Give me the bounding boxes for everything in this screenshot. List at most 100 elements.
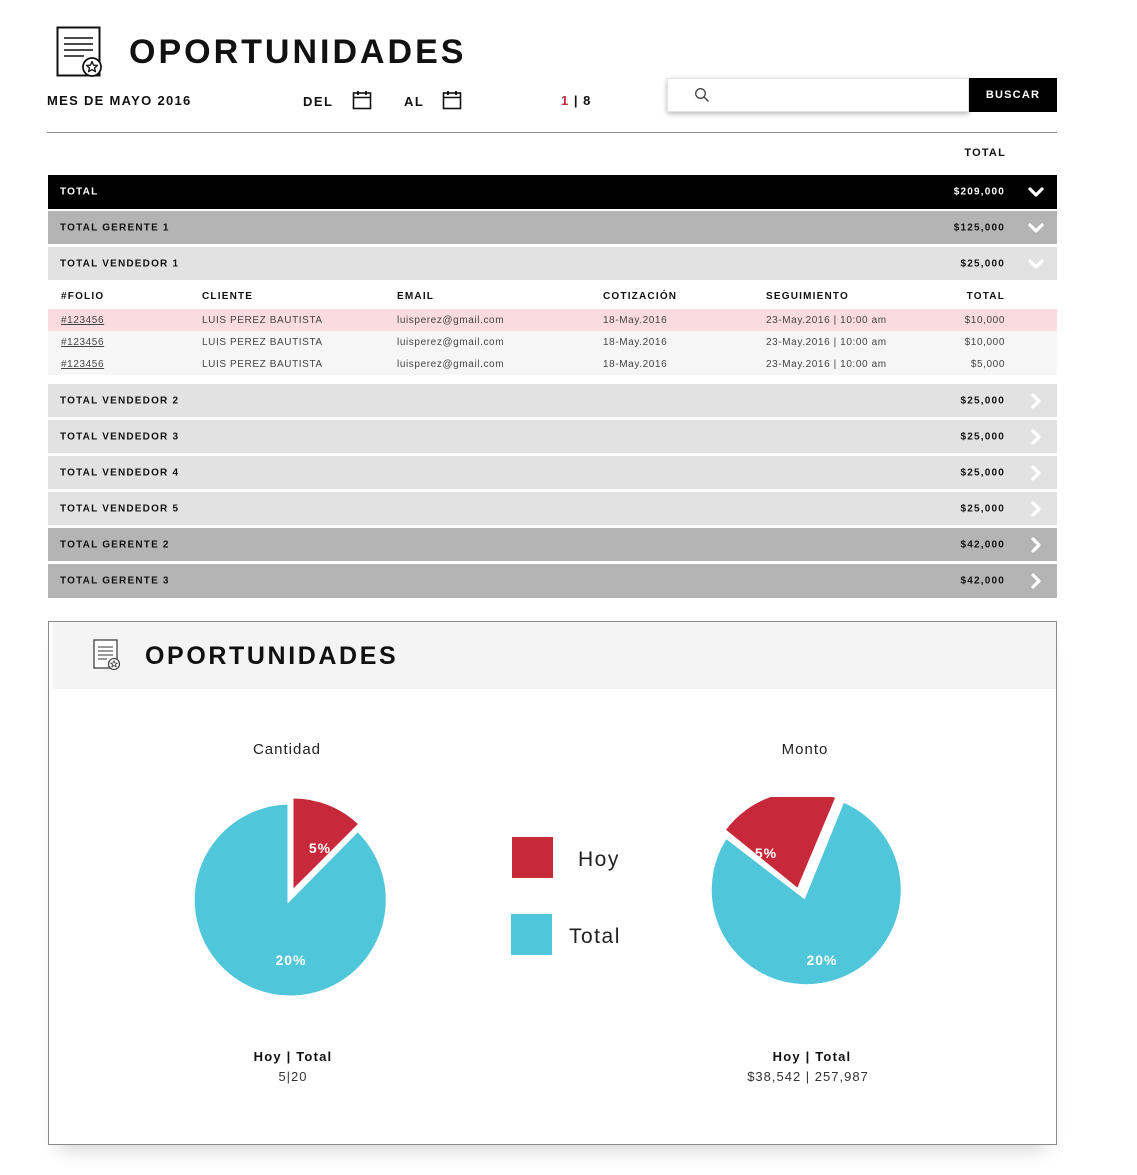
row-label: TOTAL GERENTE 1 — [60, 222, 170, 233]
row-label: TOTAL GERENTE 3 — [60, 575, 170, 587]
row-label: TOTAL VENDEDOR 1 — [60, 258, 180, 269]
total-column-header: TOTAL — [964, 147, 1006, 159]
cliente-cell: LUIS PEREZ BAUTISTA — [202, 337, 323, 348]
chevron-down-icon[interactable] — [1027, 183, 1045, 201]
total-cell: $10,000 — [964, 315, 1005, 326]
seguimiento-cell: 23-May.2016 | 10:00 am — [766, 315, 887, 326]
page-current[interactable]: 1 — [561, 93, 569, 108]
column-header-total: TOTAL — [966, 291, 1005, 302]
table-row[interactable]: #123456 LUIS PEREZ BAUTISTA luisperez@gm… — [48, 353, 1057, 375]
date-from-label: DEL — [303, 94, 334, 109]
legend-swatch-total — [511, 914, 552, 955]
seguimiento-cell: 23-May.2016 | 10:00 am — [766, 337, 887, 348]
legend-swatch-hoy — [512, 837, 553, 878]
chevron-right-icon[interactable] — [1027, 536, 1045, 554]
summary-row-gerente-3[interactable]: TOTAL GERENTE 3 $42,000 — [48, 564, 1057, 598]
column-header-cliente: CLIENTE — [202, 291, 254, 302]
document-star-icon — [93, 639, 121, 671]
monto-footer-heading: Hoy | Total — [772, 1049, 852, 1064]
page-separator: | — [573, 93, 584, 108]
slice-label-hoy: 5% — [309, 840, 331, 856]
page-total[interactable]: 8 — [583, 93, 591, 108]
email-cell: luisperez@gmail.com — [397, 337, 505, 348]
total-cell: $5,000 — [970, 359, 1005, 370]
table-row[interactable]: #123456 LUIS PEREZ BAUTISTA luisperez@gm… — [48, 309, 1057, 331]
row-amount: $209,000 — [953, 186, 1005, 198]
search-button[interactable]: BUSCAR — [969, 78, 1057, 112]
panel-header: OPORTUNIDADES — [53, 622, 1056, 689]
summary-row-vendedor-1[interactable]: TOTAL VENDEDOR 1 $25,000 — [48, 247, 1057, 280]
seguimiento-cell: 23-May.2016 | 10:00 am — [766, 359, 887, 370]
search-box[interactable] — [667, 78, 969, 112]
chevron-right-icon[interactable] — [1027, 392, 1045, 410]
row-label: TOTAL VENDEDOR 3 — [60, 431, 180, 442]
email-cell: luisperez@gmail.com — [397, 315, 505, 326]
chevron-down-icon[interactable] — [1027, 219, 1045, 237]
legend-label-total: Total — [569, 925, 621, 948]
summary-row-gerente-1[interactable]: TOTAL GERENTE 1 $125,000 — [48, 211, 1057, 244]
search-input[interactable] — [718, 85, 958, 105]
chevron-down-icon[interactable] — [1027, 255, 1045, 273]
row-amount: $25,000 — [960, 258, 1005, 269]
header-divider — [47, 132, 1057, 133]
detail-table-header: #FOLIO CLIENTE EMAIL COTIZACIÓN SEGUIMIE… — [48, 282, 1057, 308]
summary-row-total[interactable]: TOTAL $209,000 — [48, 175, 1057, 209]
row-amount: $25,000 — [960, 431, 1005, 442]
pie-chart-monto: 5% 20% — [708, 797, 904, 988]
calendar-icon[interactable] — [352, 90, 372, 110]
summary-row-vendedor-4[interactable]: TOTAL VENDEDOR 4 $25,000 — [48, 456, 1057, 489]
row-label: TOTAL — [60, 186, 99, 198]
cotizacion-cell: 18-May.2016 — [603, 359, 668, 370]
chevron-right-icon[interactable] — [1027, 500, 1045, 518]
cantidad-footer-values: 5|20 — [278, 1069, 308, 1084]
row-amount: $125,000 — [953, 222, 1005, 233]
email-cell: luisperez@gmail.com — [397, 359, 505, 370]
slice-label-hoy: 5% — [755, 845, 777, 861]
period-label: MES DE MAYO 2016 — [47, 93, 192, 108]
summary-row-vendedor-2[interactable]: TOTAL VENDEDOR 2 $25,000 — [48, 384, 1057, 417]
date-to-label: AL — [404, 94, 425, 109]
summary-row-gerente-2[interactable]: TOTAL GERENTE 2 $42,000 — [48, 528, 1057, 561]
folio-link[interactable]: #123456 — [61, 337, 104, 348]
cotizacion-cell: 18-May.2016 — [603, 315, 668, 326]
cliente-cell: LUIS PEREZ BAUTISTA — [202, 315, 323, 326]
row-label: TOTAL VENDEDOR 2 — [60, 395, 180, 406]
charts-panel: OPORTUNIDADES Cantidad Monto 5% 20% Hoy … — [48, 621, 1057, 1145]
legend-label-hoy: Hoy — [578, 848, 620, 871]
chart-title-monto: Monto — [781, 741, 829, 758]
cotizacion-cell: 18-May.2016 — [603, 337, 668, 348]
chart-title-cantidad: Cantidad — [252, 741, 322, 758]
column-header-folio: #FOLIO — [61, 291, 105, 302]
folio-link[interactable]: #123456 — [61, 359, 104, 370]
column-header-cotizacion: COTIZACIÓN — [603, 291, 678, 302]
cliente-cell: LUIS PEREZ BAUTISTA — [202, 359, 323, 370]
page-title: OPORTUNIDADES — [129, 33, 467, 71]
slice-label-total: 20% — [806, 952, 837, 968]
monto-footer-values: $38,542 | 257,987 — [747, 1069, 869, 1084]
row-amount: $25,000 — [960, 467, 1005, 478]
column-header-seguimiento: SEGUIMIENTO — [766, 291, 850, 302]
pie-chart-cantidad: 5% 20% — [191, 797, 389, 997]
document-star-icon — [56, 26, 102, 77]
row-amount: $42,000 — [960, 539, 1005, 550]
row-label: TOTAL VENDEDOR 5 — [60, 503, 180, 514]
chevron-right-icon[interactable] — [1027, 572, 1045, 590]
slice-label-total: 20% — [275, 952, 306, 968]
chevron-right-icon[interactable] — [1027, 464, 1045, 482]
summary-row-vendedor-3[interactable]: TOTAL VENDEDOR 3 $25,000 — [48, 420, 1057, 453]
column-header-email: EMAIL — [397, 291, 435, 302]
summary-row-vendedor-5[interactable]: TOTAL VENDEDOR 5 $25,000 — [48, 492, 1057, 525]
cantidad-footer-heading: Hoy | Total — [253, 1049, 333, 1064]
calendar-icon[interactable] — [442, 90, 462, 110]
folio-link[interactable]: #123456 — [61, 315, 104, 326]
row-amount: $25,000 — [960, 395, 1005, 406]
row-amount: $42,000 — [960, 575, 1005, 587]
pagination[interactable]: 1 | 8 — [561, 93, 591, 108]
chevron-right-icon[interactable] — [1027, 428, 1045, 446]
table-row[interactable]: #123456 LUIS PEREZ BAUTISTA luisperez@gm… — [48, 331, 1057, 353]
row-amount: $25,000 — [960, 503, 1005, 514]
total-cell: $10,000 — [964, 337, 1005, 348]
panel-title: OPORTUNIDADES — [145, 642, 399, 670]
search-icon — [695, 88, 709, 102]
row-label: TOTAL GERENTE 2 — [60, 539, 170, 550]
